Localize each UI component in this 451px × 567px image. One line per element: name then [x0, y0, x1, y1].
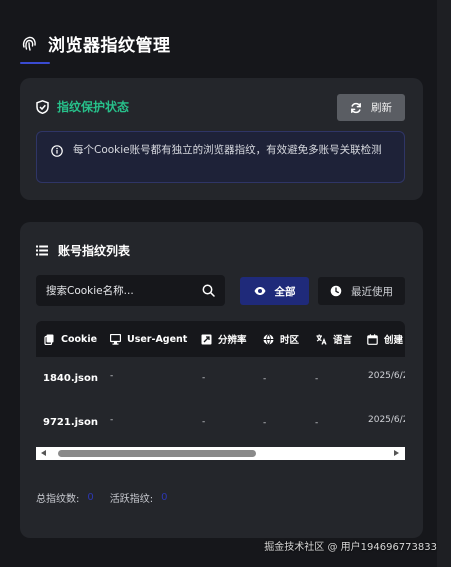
- shield-check-icon: [36, 99, 49, 114]
- status-header: 指纹保护状态: [36, 98, 129, 115]
- window-edge: [437, 0, 451, 567]
- active-fingerprints-label: 活跃指纹:: [109, 494, 154, 505]
- table-row[interactable]: 1840.json - - - - 2025/6/2: [36, 357, 405, 401]
- info-icon: [51, 145, 63, 157]
- fingerprint-table: Cookie User-Agent 分辨率 时区 语言 创建 1840.json…: [36, 321, 405, 446]
- list-header: 账号指纹列表: [36, 242, 130, 259]
- column-header-user-agent[interactable]: User-Agent: [110, 321, 187, 357]
- status-title: 指纹保护状态: [57, 100, 130, 114]
- copy-icon: [44, 334, 54, 345]
- scroll-left-arrow-icon[interactable]: [41, 450, 46, 456]
- column-header-timezone[interactable]: 时区: [263, 321, 299, 357]
- calendar-icon: [367, 333, 378, 345]
- filter-recent-button[interactable]: 最近使用: [318, 277, 405, 305]
- filter-recent-label: 最近使用: [351, 285, 393, 298]
- column-header-language[interactable]: 语言: [316, 321, 352, 357]
- cookie-name: 9721.json: [43, 417, 98, 428]
- page-title: 浏览器指纹管理: [48, 35, 171, 56]
- globe-icon: [263, 333, 274, 345]
- fingerprint-stats: 总指纹数: 0 活跃指纹: 0: [36, 490, 184, 505]
- protection-status-card: 指纹保护状态 刷新 每个Cookie账号都有独立的浏览器指纹，有效避免多账号关联…: [20, 78, 423, 200]
- monitor-icon: [110, 333, 121, 345]
- page-header: 浏览器指纹管理: [20, 30, 171, 56]
- column-header-created[interactable]: 创建: [367, 321, 403, 357]
- filter-all-label: 全部: [274, 285, 296, 298]
- user-agent-value: -: [110, 371, 114, 381]
- refresh-button[interactable]: 刷新: [337, 94, 405, 121]
- scroll-right-arrow-icon[interactable]: [394, 450, 399, 456]
- user-agent-value: -: [110, 415, 114, 425]
- timezone-value: -: [263, 374, 267, 384]
- search-input[interactable]: [46, 284, 202, 297]
- active-fingerprints-value: 0: [161, 492, 168, 503]
- search-box: [36, 275, 225, 306]
- scrollbar-thumb[interactable]: [58, 450, 256, 457]
- info-text: 每个Cookie账号都有独立的浏览器指纹，有效避免多账号关联检测: [73, 144, 382, 156]
- total-fingerprints-label: 总指纹数:: [36, 494, 80, 505]
- created-value: 2025/6/2: [368, 371, 405, 381]
- fingerprint-icon: [22, 36, 36, 51]
- column-header-cookie[interactable]: Cookie: [44, 321, 97, 357]
- total-fingerprints-value: 0: [87, 492, 94, 503]
- eye-icon: [254, 287, 265, 295]
- timezone-value: -: [263, 418, 267, 428]
- refresh-label: 刷新: [371, 102, 392, 114]
- horizontal-scrollbar[interactable]: [36, 447, 405, 460]
- table-header: Cookie User-Agent 分辨率 时区 语言 创建: [36, 321, 405, 357]
- table-row[interactable]: 9721.json - - - - 2025/6/2: [36, 401, 405, 445]
- title-underline: [20, 62, 50, 64]
- clock-icon: [330, 285, 342, 297]
- search-icon[interactable]: [202, 284, 215, 297]
- resolution-value: -: [202, 417, 206, 427]
- refresh-icon: [351, 102, 361, 113]
- translate-icon: [316, 334, 327, 345]
- resolution-value: -: [202, 373, 206, 383]
- cookie-name: 1840.json: [43, 373, 98, 384]
- language-value: -: [315, 374, 319, 384]
- created-value: 2025/6/2: [368, 415, 405, 425]
- fingerprint-list-card: 账号指纹列表 全部 最近使用: [20, 222, 423, 538]
- app-window: 浏览器指纹管理 指纹保护状态 刷新 每个Cookie账号都有独立的浏览器指纹，有…: [0, 0, 437, 567]
- watermark: 掘金技术社区 @ 用户194696773833: [264, 542, 437, 553]
- list-icon: [36, 245, 48, 256]
- language-value: -: [315, 418, 319, 428]
- column-header-resolution[interactable]: 分辨率: [201, 321, 247, 357]
- filter-all-button[interactable]: 全部: [240, 277, 309, 305]
- expand-icon: [201, 334, 212, 344]
- list-title: 账号指纹列表: [58, 244, 131, 258]
- info-box: 每个Cookie账号都有独立的浏览器指纹，有效避免多账号关联检测: [36, 131, 405, 183]
